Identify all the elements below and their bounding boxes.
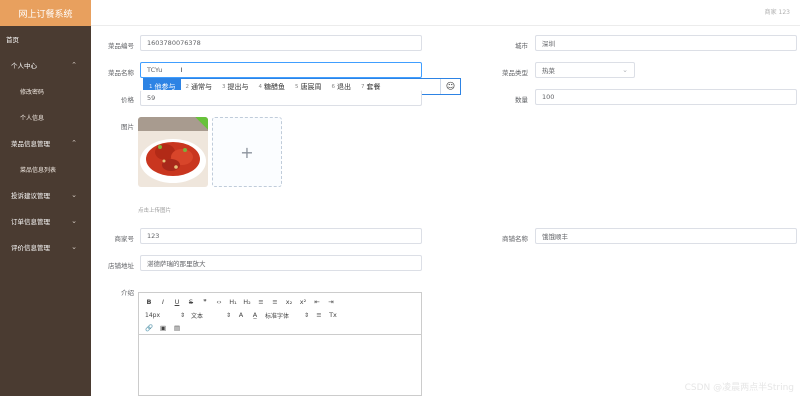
strike-button[interactable]: S — [187, 298, 195, 306]
rich-text-editor[interactable]: B I U S ❞ ‹› H₁ H₂ ≡ ≡ x₂ x² ⇤ ⇥ 14px ⇕ 文… — [138, 292, 422, 396]
sidebar-item-profile[interactable]: 个人信息 — [0, 104, 91, 130]
ordered-list-button[interactable]: ≡ — [257, 298, 265, 306]
dish-type-label: 菜品类型 — [502, 69, 528, 77]
emoji-icon[interactable]: ☺ — [440, 79, 460, 94]
chevron-down-icon: ⇕ — [179, 311, 185, 319]
chevron-down-icon: ⌄ — [71, 243, 77, 251]
dish-photo[interactable] — [138, 117, 208, 187]
clean-format-button[interactable]: Tx — [329, 311, 337, 319]
dish-type-value: 热菜 — [542, 67, 555, 75]
sidebar-item-label: 个人信息 — [20, 114, 45, 122]
chevron-down-icon: ⇕ — [303, 311, 309, 319]
image-upload-button[interactable]: + — [212, 117, 282, 187]
editor-toolbar: B I U S ❞ ‹› H₁ H₂ ≡ ≡ x₂ x² ⇤ ⇥ 14px ⇕ 文… — [139, 293, 421, 335]
underline-button[interactable]: U — [173, 298, 181, 306]
city-input[interactable]: 深圳 — [535, 35, 797, 51]
chevron-down-icon: ⌄ — [71, 191, 77, 199]
dish-name-input[interactable]: TCYu I — [140, 62, 422, 78]
top-bar: 商家 123 — [91, 0, 800, 26]
shop-name-value: 饿饿顺丰 — [542, 233, 568, 241]
shop-name-label: 商铺名称 — [502, 235, 528, 243]
dish-no-input[interactable]: 1603780076378 — [140, 35, 422, 51]
sidebar-item-complaints[interactable]: 投诉建议管理 ⌄ — [0, 182, 91, 208]
sidebar-item-dish-management[interactable]: 菜品信息管理 ⌃ — [0, 130, 91, 156]
sidebar-item-label: 修改密码 — [20, 88, 45, 96]
video-icon[interactable]: ▤ — [173, 324, 181, 332]
chevron-up-icon: ⌃ — [71, 61, 77, 69]
price-input[interactable]: 59 — [140, 90, 422, 106]
address-label: 店铺地址 — [108, 262, 134, 270]
app-title: 网上订餐系统 — [0, 0, 91, 26]
image-icon[interactable]: ▣ — [159, 324, 167, 332]
subscript-button[interactable]: x₂ — [285, 298, 293, 306]
header2-button[interactable]: H₂ — [243, 298, 251, 306]
watermark: CSDN @凌晨两点半String — [684, 383, 794, 393]
dish-no-value: 1603780076378 — [147, 39, 201, 47]
dish-no-label: 菜品编号 — [108, 42, 134, 50]
sidebar-item-label: 评价信息管理 — [11, 244, 50, 252]
sidebar-item-label: 订单信息管理 — [11, 218, 50, 226]
user-info: 商家 123 — [764, 9, 790, 16]
bullet-list-button[interactable]: ≡ — [271, 298, 279, 306]
indent-button[interactable]: ⇥ — [327, 298, 335, 306]
sidebar-item-personal-center[interactable]: 个人中心 ⌃ — [0, 52, 91, 78]
shop-name-input[interactable]: 饿饿顺丰 — [535, 228, 797, 244]
blockquote-button[interactable]: ❞ — [201, 298, 209, 306]
sidebar-item-label: 投诉建议管理 — [11, 192, 50, 200]
city-label: 城市 — [515, 42, 528, 50]
intro-label: 介绍 — [121, 289, 134, 297]
chevron-down-icon: ⇕ — [225, 311, 231, 319]
address-value: 湛德萨瑞的那里放大 — [147, 260, 206, 268]
font-family-select[interactable]: 标准字体 ⇕ — [265, 311, 309, 320]
paragraph-select[interactable]: 文本 ⇕ — [191, 311, 231, 320]
bold-button[interactable]: B — [145, 298, 153, 306]
sidebar-item-label: 个人中心 — [11, 62, 37, 70]
merchant-no-value: 123 — [147, 232, 160, 240]
quantity-input[interactable]: 100 — [535, 89, 797, 105]
text-color-button[interactable]: A — [237, 311, 245, 319]
header1-button[interactable]: H₁ — [229, 298, 237, 306]
dish-name-value: TCYu — [147, 66, 163, 74]
chevron-up-icon: ⌃ — [71, 139, 77, 147]
chevron-down-icon: ⌄ — [622, 66, 628, 74]
sidebar-item-label: 首页 — [6, 36, 19, 44]
sidebar-item-change-password[interactable]: 修改密码 — [0, 78, 91, 104]
quantity-value: 100 — [542, 93, 555, 101]
sidebar: 网上订餐系统 首页 个人中心 ⌃ 修改密码 个人信息 菜品信息管理 ⌃ 菜品信息列表… — [0, 0, 91, 396]
code-block-button[interactable]: ‹› — [215, 298, 223, 306]
align-button[interactable]: ≡ — [315, 311, 323, 319]
link-icon[interactable]: 🔗 — [145, 324, 153, 332]
dish-photo-image — [138, 117, 208, 187]
merchant-no-input[interactable]: 123 — [140, 228, 422, 244]
superscript-button[interactable]: x² — [299, 298, 307, 306]
address-input[interactable]: 湛德萨瑞的那里放大 — [140, 255, 422, 271]
sidebar-item-home[interactable]: 首页 — [0, 26, 91, 52]
dish-type-select[interactable]: 热菜 ⌄ — [535, 62, 635, 78]
price-value: 59 — [147, 94, 156, 102]
sidebar-item-label: 菜品信息列表 — [20, 166, 57, 174]
sidebar-item-dish-list[interactable]: 菜品信息列表 — [0, 156, 91, 182]
editor-content-area[interactable] — [139, 335, 421, 395]
sidebar-item-label: 菜品信息管理 — [11, 140, 50, 148]
merchant-no-label: 商家号 — [114, 235, 135, 243]
dish-name-label: 菜品名称 — [108, 69, 134, 77]
outdent-button[interactable]: ⇤ — [313, 298, 321, 306]
sidebar-item-orders[interactable]: 订单信息管理 ⌄ — [0, 208, 91, 234]
font-size-select[interactable]: 14px ⇕ — [145, 312, 185, 319]
city-value: 深圳 — [542, 40, 555, 48]
upload-hint: 点击上传图片 — [138, 208, 172, 214]
text-cursor-icon: I — [180, 66, 183, 74]
italic-button[interactable]: I — [159, 298, 167, 306]
image-label: 图片 — [121, 123, 134, 131]
quantity-label: 数量 — [515, 96, 528, 104]
sidebar-item-reviews[interactable]: 评价信息管理 ⌄ — [0, 234, 91, 260]
background-color-button[interactable]: A̲ — [251, 311, 259, 319]
chevron-down-icon: ⌄ — [71, 217, 77, 225]
price-label: 价格 — [121, 96, 134, 104]
